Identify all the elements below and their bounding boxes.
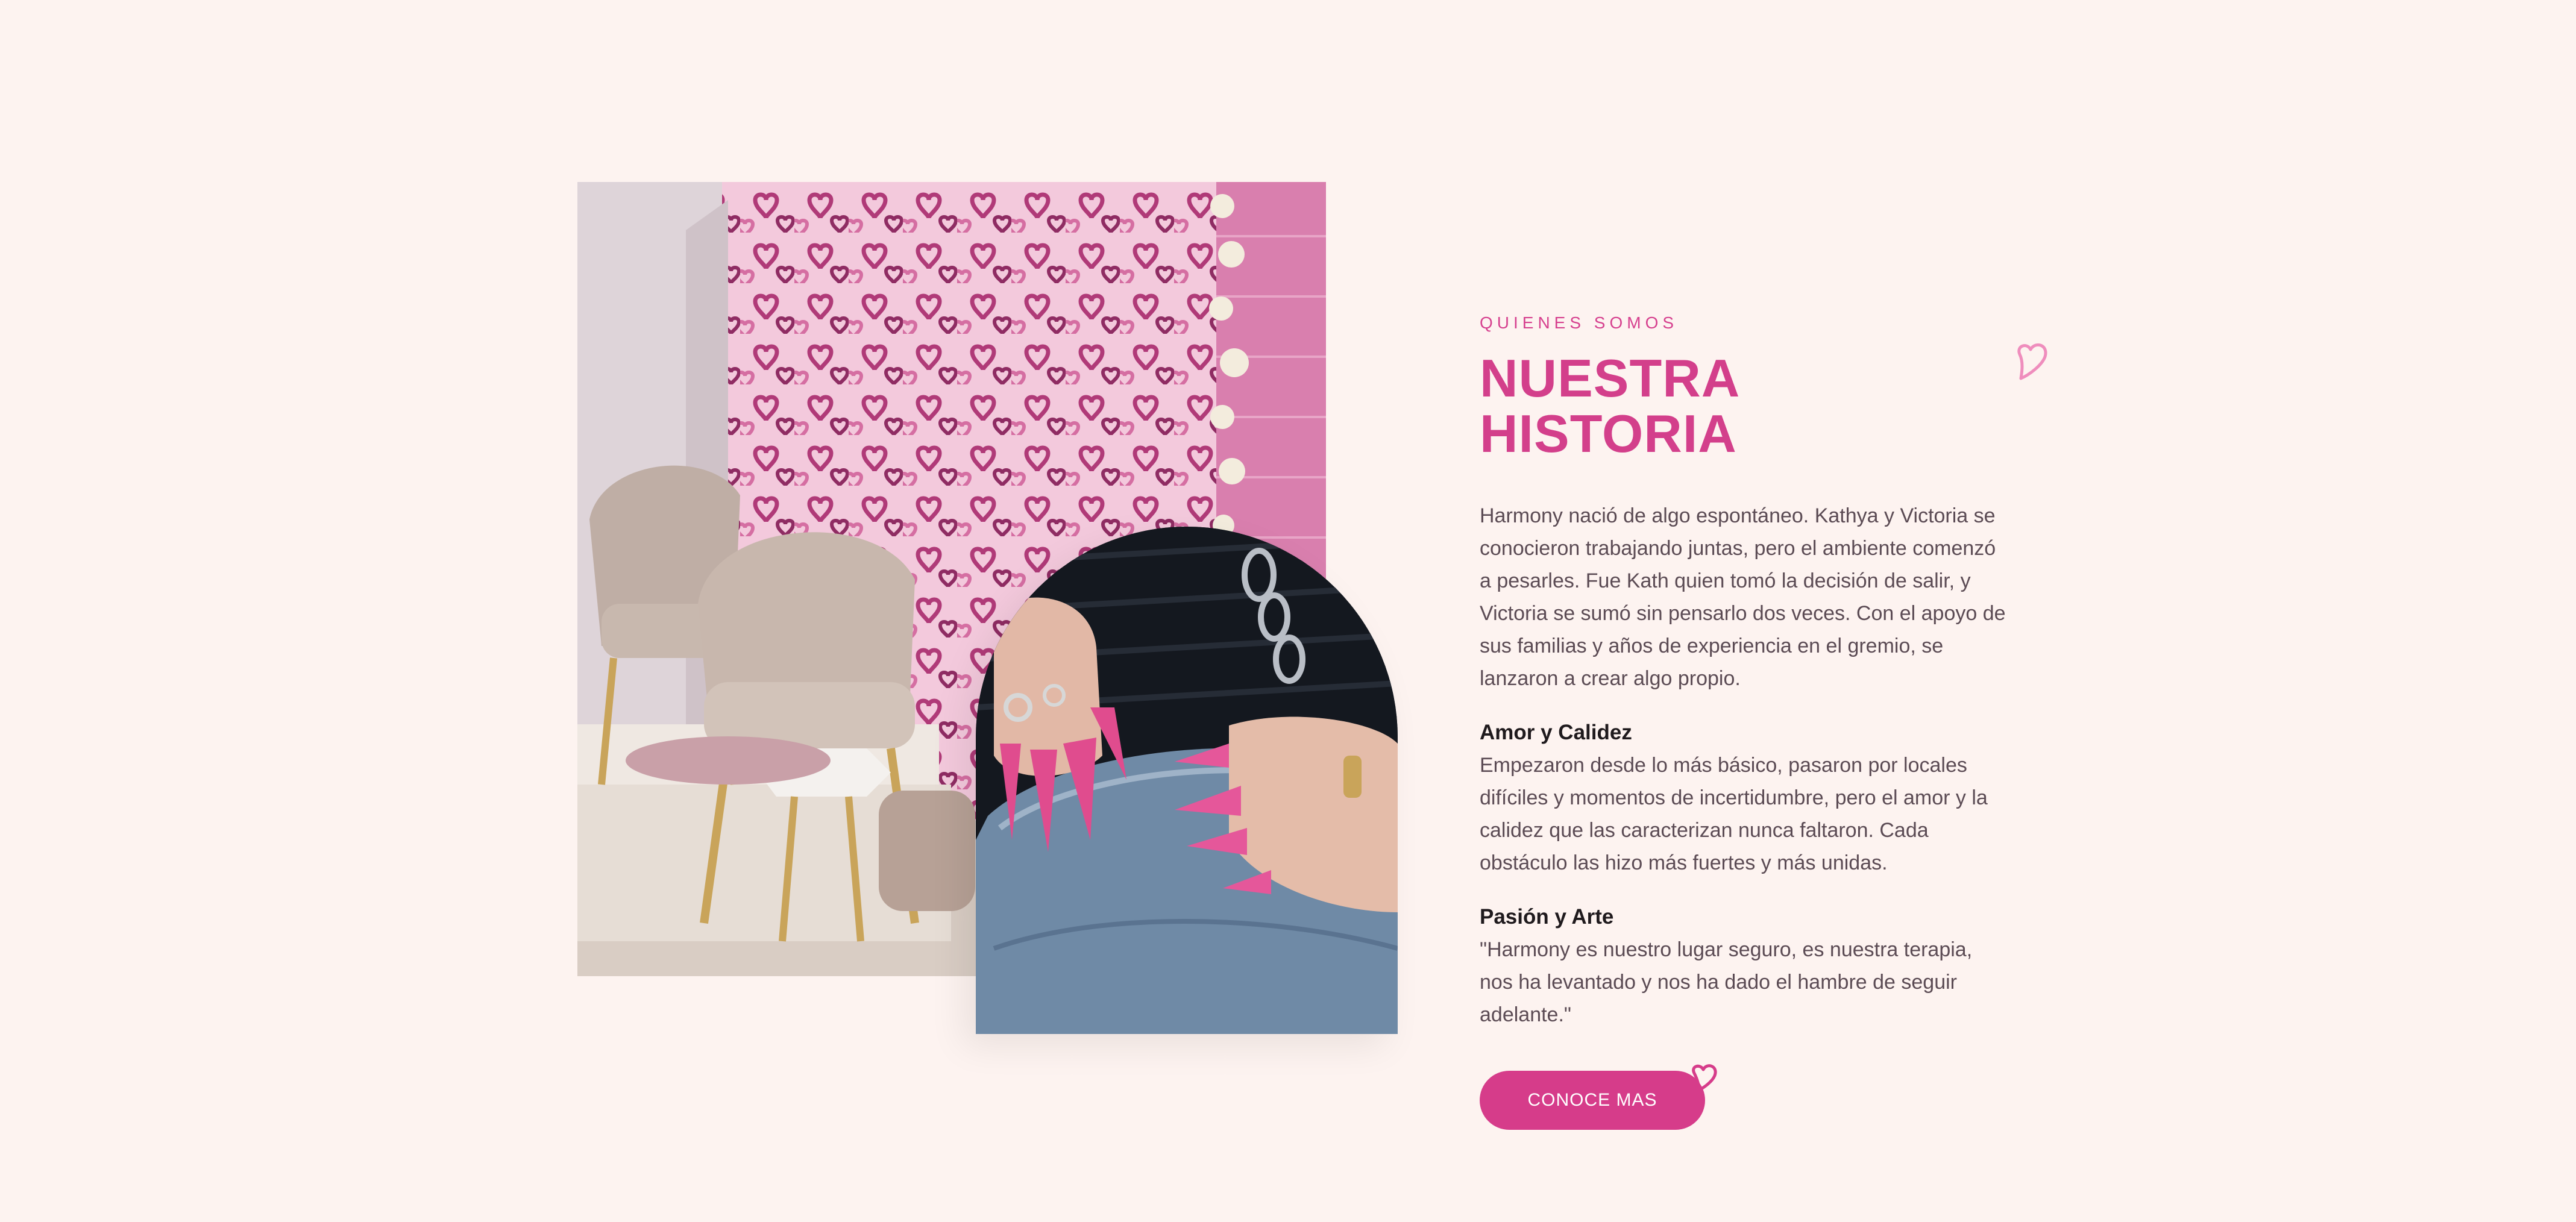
page-title: NUESTRA HISTORIA — [1480, 348, 1739, 464]
about-section: QUIENES SOMOS NUESTRA HISTORIA Harmony n… — [1480, 313, 2047, 1130]
intro-paragraph: Harmony nació de algo espontáneo. Kathya… — [1480, 504, 2006, 690]
section-heading-pasion: Pasión y Arte — [1480, 904, 1614, 929]
section-text-amor: Empezaron desde lo más básico, pasaron p… — [1480, 753, 1988, 874]
section-eyebrow: QUIENES SOMOS — [1480, 313, 1679, 332]
title-row: NUESTRA HISTORIA — [1480, 343, 2047, 464]
conoce-mas-button[interactable]: CONOCE MAS — [1480, 1070, 1705, 1130]
section-text-pasion: "Harmony es nuestro lugar seguro, es nue… — [1480, 938, 1973, 1026]
cta-wrapper: CONOCE MAS — [1480, 1064, 1717, 1130]
nails-photo — [976, 527, 1398, 1034]
heart-outline-icon — [2017, 343, 2047, 380]
nails-photo-illustration — [976, 527, 1398, 1034]
heart-outline-icon — [1692, 1064, 1717, 1092]
section-heading-amor: Amor y Calidez — [1480, 720, 1632, 744]
